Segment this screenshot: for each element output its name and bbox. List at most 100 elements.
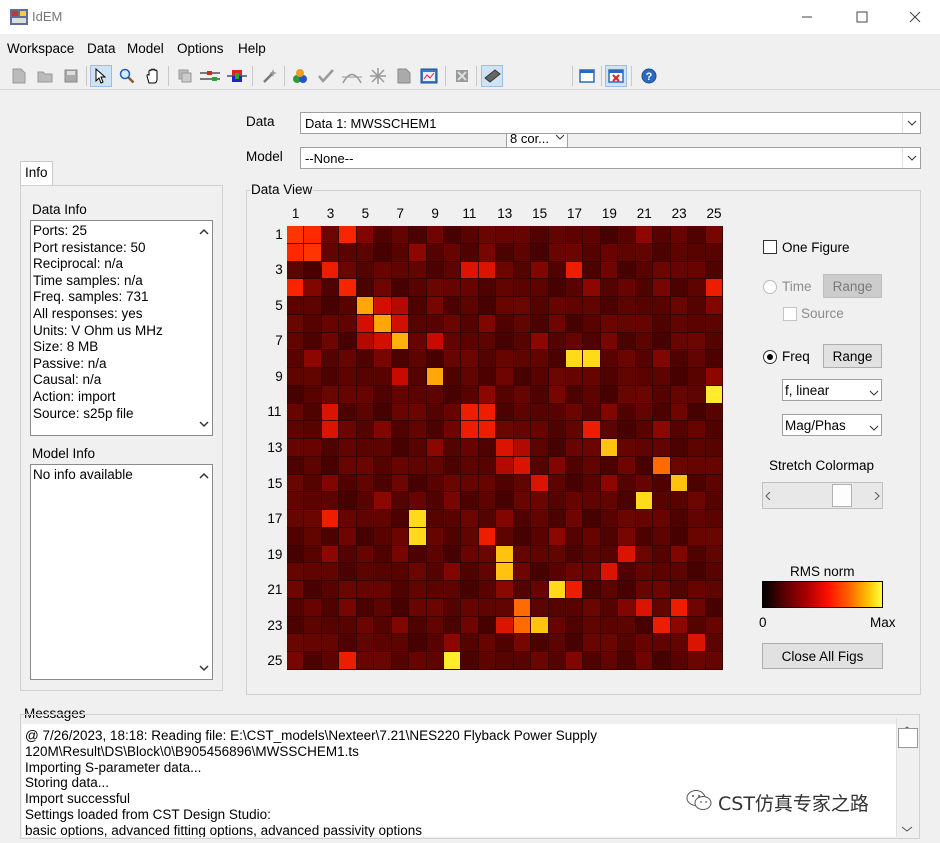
stretch-colormap-slider[interactable] <box>762 482 883 509</box>
matrix-cell[interactable] <box>600 563 618 581</box>
matrix-cell[interactable] <box>321 279 339 297</box>
matrix-cell[interactable] <box>688 634 705 652</box>
matrix-cell[interactable] <box>635 439 653 456</box>
matrix-cell[interactable] <box>496 314 513 332</box>
matrix-cell[interactable] <box>356 314 374 332</box>
matrix-cell[interactable] <box>513 243 531 261</box>
matrix-cell[interactable] <box>478 652 496 669</box>
matrix-cell[interactable] <box>478 510 496 527</box>
matrix-cell[interactable] <box>688 492 705 510</box>
freq-radio[interactable] <box>763 350 777 364</box>
matrix-cell[interactable] <box>409 456 426 474</box>
matrix-cell[interactable] <box>496 456 513 474</box>
matrix-cell[interactable] <box>443 581 461 598</box>
matrix-cell[interactable] <box>339 492 356 510</box>
matrix-cell[interactable] <box>688 297 705 314</box>
matrix-cell[interactable] <box>548 527 566 545</box>
matrix-cell[interactable] <box>670 279 688 297</box>
matrix-cell[interactable] <box>461 243 478 261</box>
matrix-cell[interactable] <box>618 297 635 314</box>
matrix-cell[interactable] <box>548 456 566 474</box>
matrix-cell[interactable] <box>670 261 688 279</box>
matrix-cell[interactable] <box>600 421 618 439</box>
matrix-cell[interactable] <box>478 314 496 332</box>
matrix-cell[interactable] <box>531 243 548 261</box>
matrix-cell[interactable] <box>496 492 513 510</box>
matrix-cell[interactable] <box>705 634 722 652</box>
matrix-cell[interactable] <box>688 403 705 421</box>
matrix-cell[interactable] <box>600 297 618 314</box>
matrix-cell[interactable] <box>513 581 531 598</box>
star-icon[interactable] <box>367 65 389 87</box>
matrix-cell[interactable] <box>670 368 688 385</box>
matrix-cell[interactable] <box>705 652 722 669</box>
matrix-cell[interactable] <box>653 421 670 439</box>
matrix-cell[interactable] <box>548 332 566 350</box>
matrix-cell[interactable] <box>339 652 356 669</box>
matrix-cell[interactable] <box>391 368 409 385</box>
matrix-cell[interactable] <box>600 456 618 474</box>
matrix-cell[interactable] <box>566 226 583 243</box>
matrix-cell[interactable] <box>600 403 618 421</box>
matrix-cell[interactable] <box>496 581 513 598</box>
matrix-cell[interactable] <box>374 598 391 616</box>
matrix-cell[interactable] <box>374 527 391 545</box>
matrix-cell[interactable] <box>635 581 653 598</box>
matrix-cell[interactable] <box>356 510 374 527</box>
matrix-cell[interactable] <box>513 456 531 474</box>
matrix-cell[interactable] <box>304 510 321 527</box>
matrix-cell[interactable] <box>705 385 722 403</box>
matrix-cell[interactable] <box>426 261 443 279</box>
matrix-cell[interactable] <box>356 243 374 261</box>
matrix-cell[interactable] <box>653 226 670 243</box>
matrix-cell[interactable] <box>356 456 374 474</box>
matrix-cell[interactable] <box>461 474 478 492</box>
matrix-cell[interactable] <box>391 598 409 616</box>
matrix-cell[interactable] <box>566 652 583 669</box>
matrix-cell[interactable] <box>339 439 356 456</box>
matrix-cell[interactable] <box>287 279 304 297</box>
matrix-cell[interactable] <box>478 563 496 581</box>
matrix-cell[interactable] <box>287 314 304 332</box>
matrix-cell[interactable] <box>618 279 635 297</box>
matrix-cell[interactable] <box>339 350 356 368</box>
matrix-cell[interactable] <box>688 385 705 403</box>
matrix-cell[interactable] <box>705 332 722 350</box>
matrix-cell[interactable] <box>374 545 391 563</box>
one-figure-checkbox[interactable] <box>763 240 777 254</box>
matrix-cell[interactable] <box>618 385 635 403</box>
scroll-up-icon[interactable] <box>195 467 212 484</box>
matrix-cell[interactable] <box>374 510 391 527</box>
matrix-cell[interactable] <box>461 314 478 332</box>
matrix-cell[interactable] <box>478 598 496 616</box>
matrix-cell[interactable] <box>426 581 443 598</box>
matrix-cell[interactable] <box>566 261 583 279</box>
time-range-button[interactable]: Range <box>823 274 882 298</box>
matrix-cell[interactable] <box>513 474 531 492</box>
matrix-cell[interactable] <box>531 226 548 243</box>
matrix-cell[interactable] <box>653 403 670 421</box>
matrix-cell[interactable] <box>496 510 513 527</box>
matrix-cell[interactable] <box>287 563 304 581</box>
matrix-cell[interactable] <box>600 581 618 598</box>
matrix-cell[interactable] <box>304 403 321 421</box>
matrix-cell[interactable] <box>287 243 304 261</box>
matrix-cell[interactable] <box>496 652 513 669</box>
matrix-cell[interactable] <box>321 545 339 563</box>
matrix-cell[interactable] <box>461 616 478 634</box>
matrix-cell[interactable] <box>513 563 531 581</box>
matrix-cell[interactable] <box>426 368 443 385</box>
matrix-cell[interactable] <box>374 350 391 368</box>
matrix-cell[interactable] <box>583 403 600 421</box>
matrix-cell[interactable] <box>391 421 409 439</box>
matrix-cell[interactable] <box>356 261 374 279</box>
matrix-cell[interactable] <box>443 563 461 581</box>
matrix-cell[interactable] <box>618 403 635 421</box>
matrix-cell[interactable] <box>409 652 426 669</box>
matrix-cell[interactable] <box>513 385 531 403</box>
matrix-cell[interactable] <box>531 545 548 563</box>
matrix-cell[interactable] <box>478 368 496 385</box>
matrix-cell[interactable] <box>618 332 635 350</box>
matrix-cell[interactable] <box>304 439 321 456</box>
matrix-cell[interactable] <box>391 226 409 243</box>
